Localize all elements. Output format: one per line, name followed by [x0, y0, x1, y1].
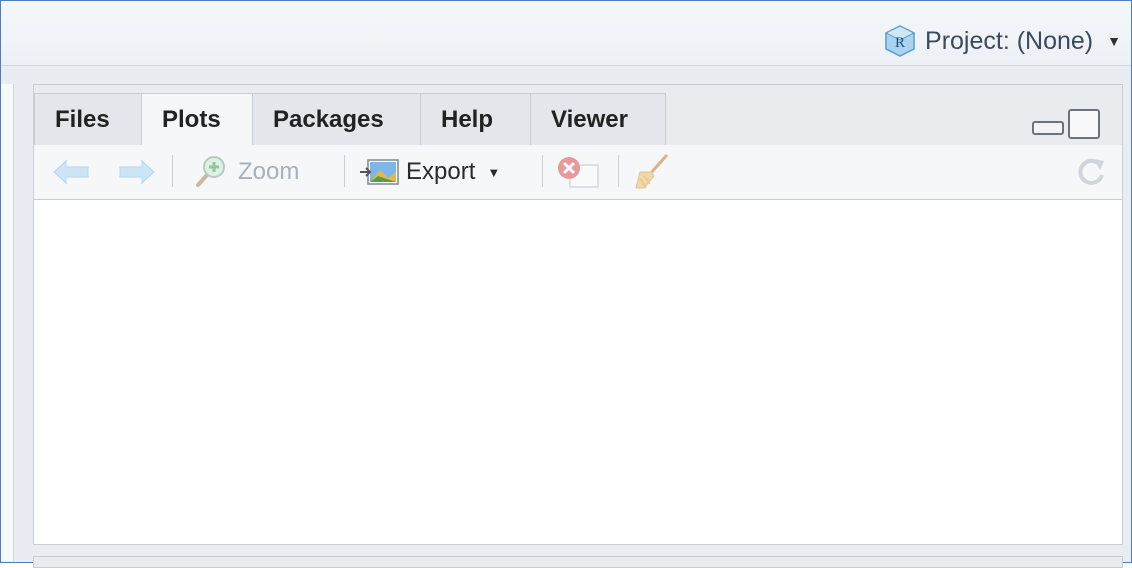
arrow-left-icon [53, 159, 89, 185]
minimize-pane-icon[interactable] [1032, 121, 1064, 135]
clear-all-plots-button[interactable] [632, 153, 672, 191]
bottom-pane-edge [33, 556, 1123, 568]
tab-label: Packages [273, 105, 384, 133]
left-pane-edge [1, 84, 14, 561]
top-bar: R Project: (None) ▼ [1, 1, 1131, 66]
forward-button[interactable] [118, 153, 156, 191]
tab-plots[interactable]: Plots [141, 93, 253, 146]
tab-label: Help [441, 105, 494, 133]
chevron-down-icon: ▼ [1107, 33, 1121, 49]
project-label: Project: (None) [925, 26, 1094, 55]
toolbar-separator [542, 155, 543, 187]
tab-label: Plots [162, 106, 221, 133]
tab-label: Viewer [551, 105, 628, 133]
export-label: Export [406, 158, 476, 185]
refresh-button[interactable] [1074, 153, 1108, 191]
pane-window-controls [1032, 109, 1100, 139]
export-menu-button[interactable]: Export ▼ [360, 153, 500, 191]
tab-viewer[interactable]: Viewer [530, 93, 666, 145]
toolbar-separator [172, 155, 173, 187]
tab-label: Files [55, 105, 110, 133]
maximize-pane-icon[interactable] [1068, 109, 1100, 139]
plots-toolbar: Zoom Export ▼ [34, 145, 1122, 200]
zoom-label: Zoom [238, 158, 300, 185]
tab-bar: Files Plots Packages Help Viewer [34, 85, 1122, 146]
project-menu[interactable]: R Project: (None) ▼ [883, 23, 1121, 59]
broom-icon [635, 154, 668, 189]
r-project-icon: R [884, 25, 916, 57]
tab-help[interactable]: Help [420, 93, 531, 145]
tab-files[interactable]: Files [34, 93, 142, 145]
chevron-down-icon: ▼ [487, 164, 501, 180]
refresh-icon [1078, 158, 1104, 185]
back-button[interactable] [52, 153, 90, 191]
zoom-button[interactable]: Zoom [192, 153, 299, 191]
remove-plot-icon [558, 157, 599, 188]
export-image-icon [360, 159, 399, 185]
files-plots-pane: Files Plots Packages Help Viewer Zoom Ex… [33, 84, 1123, 545]
toolbar-separator [344, 155, 345, 187]
svg-text:R: R [895, 35, 905, 51]
zoom-icon [196, 156, 225, 187]
plot-canvas [34, 200, 1122, 544]
arrow-right-icon [119, 159, 155, 185]
toolbar-separator [618, 155, 619, 187]
tab-packages[interactable]: Packages [252, 93, 421, 145]
remove-plot-button[interactable] [556, 153, 600, 191]
